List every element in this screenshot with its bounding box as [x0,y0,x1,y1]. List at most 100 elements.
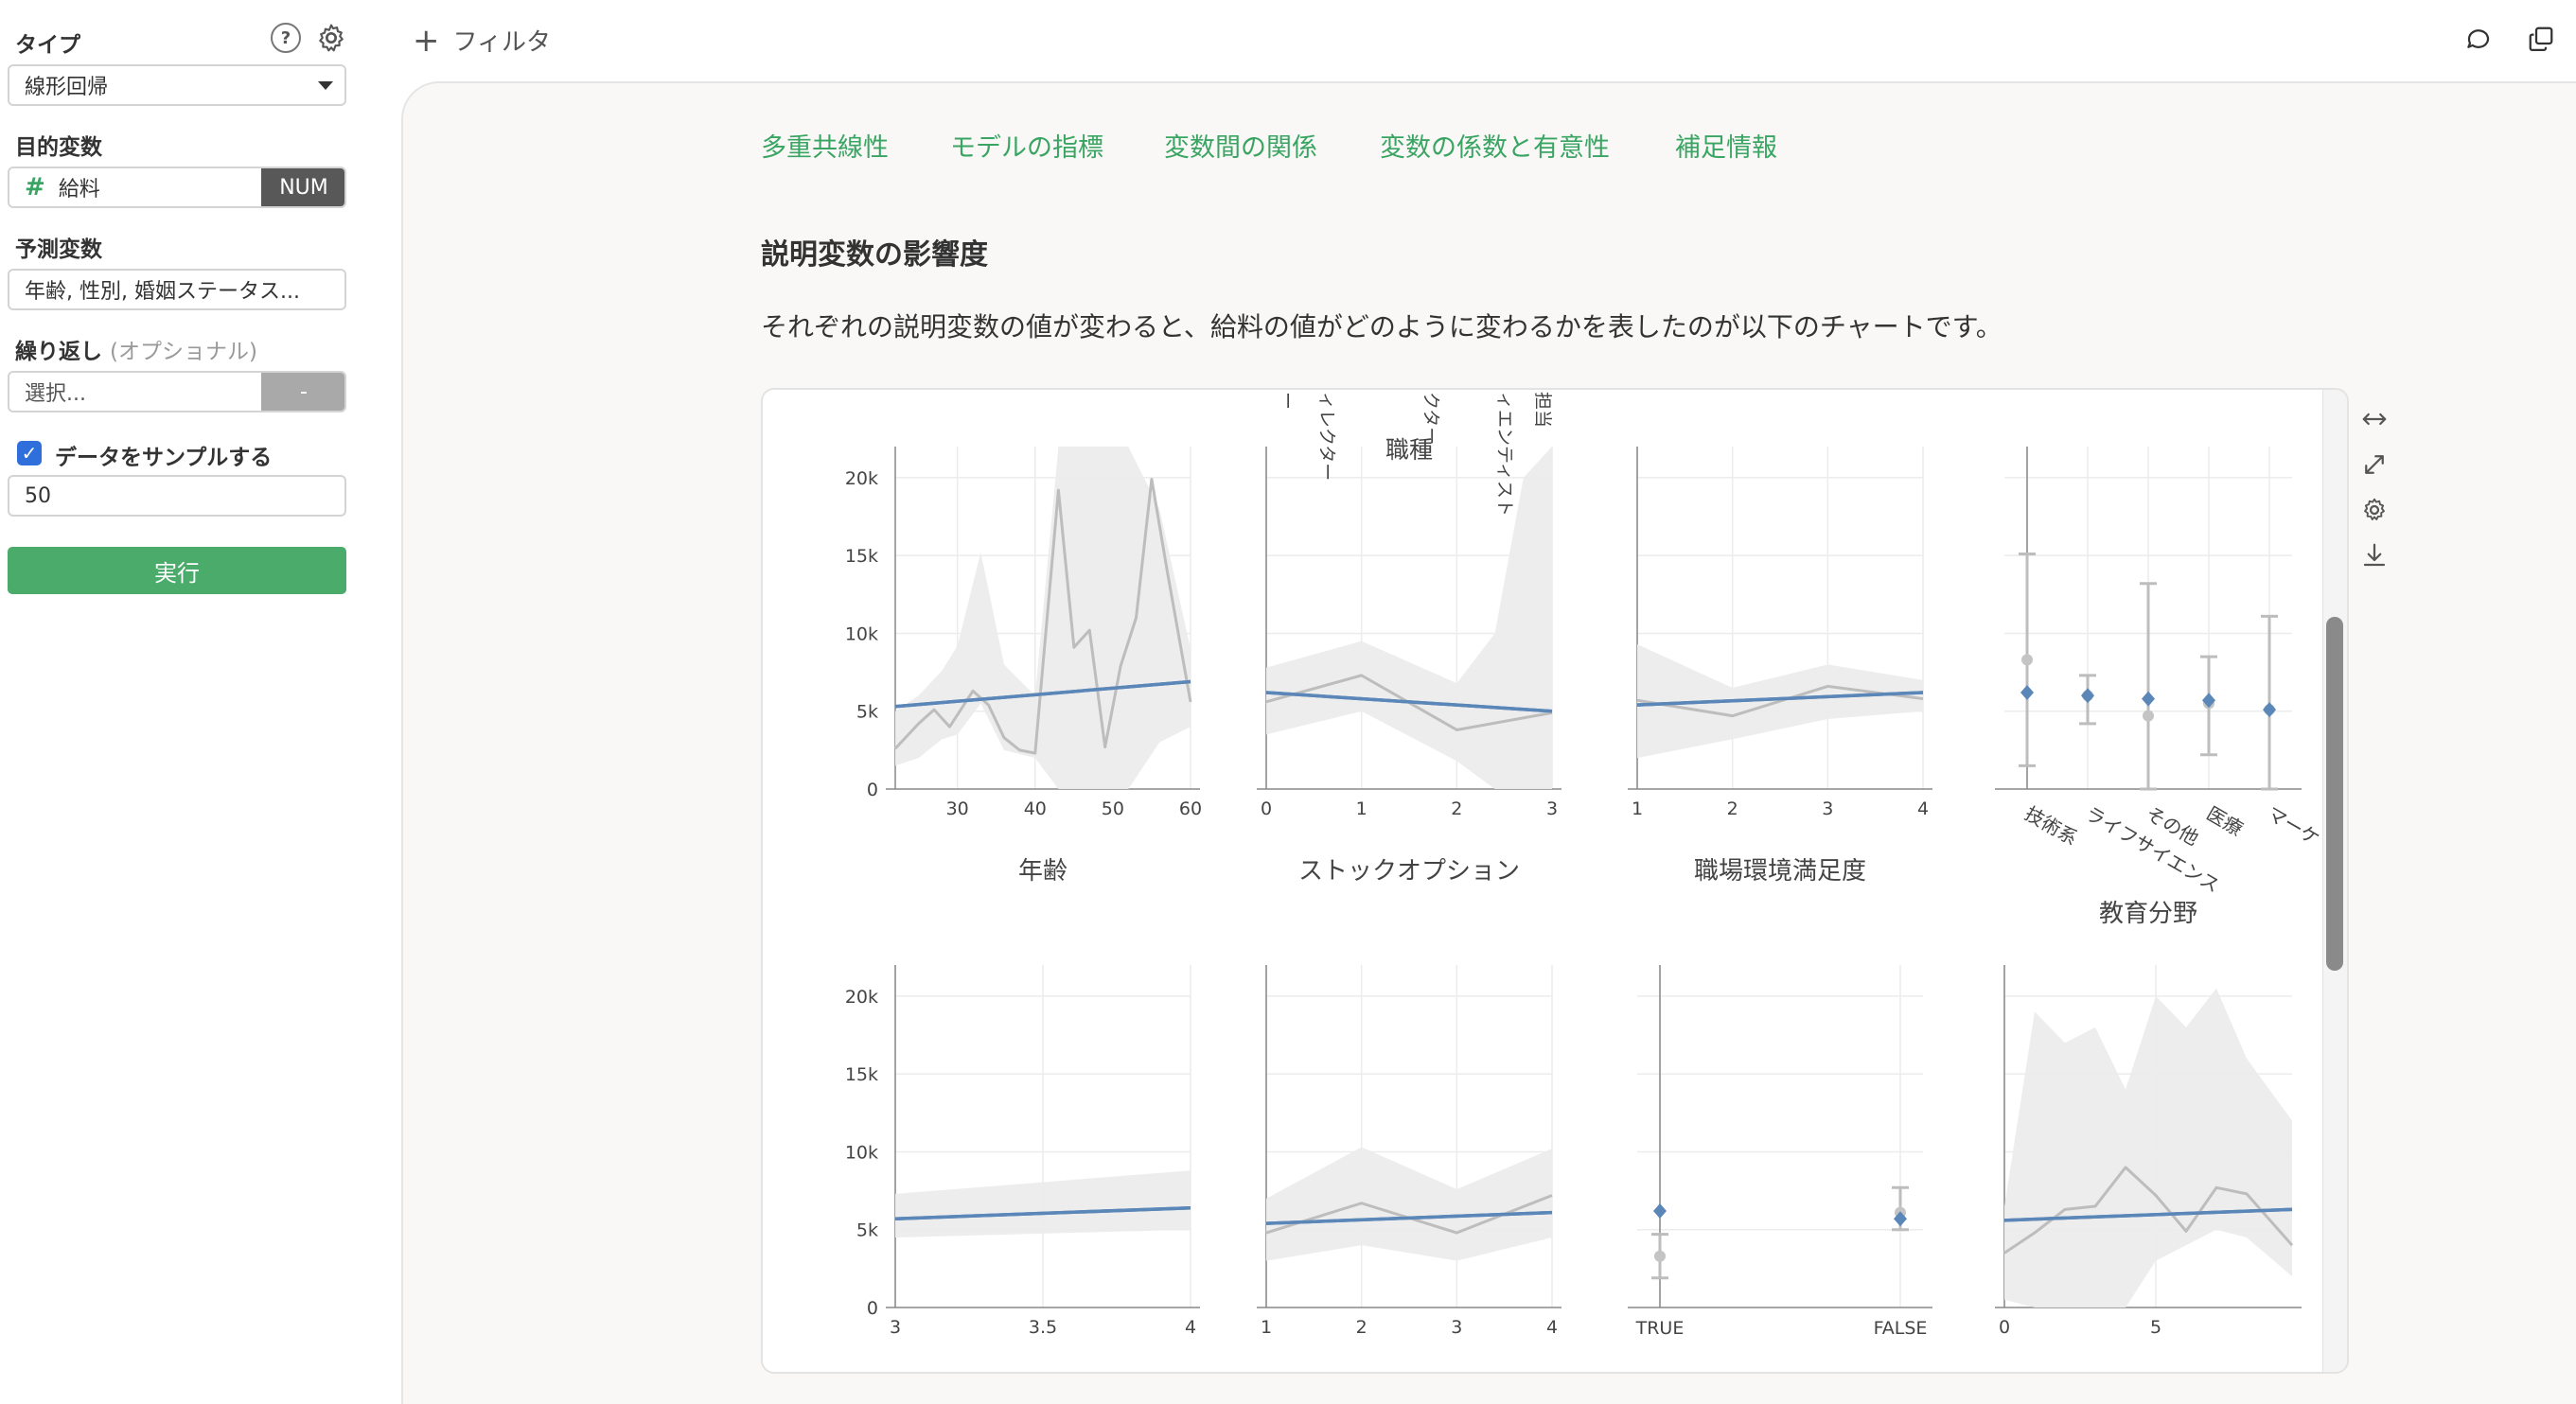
chart-scrollbar[interactable] [2322,390,2347,1372]
overflow-tick-label: ィエンティスト [1494,392,1515,517]
repeat-label: 繰り返し (オプショナル) [15,333,257,365]
sample-size-input[interactable]: 50 [8,475,346,517]
x-tick-label: 2 [1727,799,1738,819]
type-label: タイプ [15,33,80,58]
x-tick-label: 4 [1917,799,1929,819]
x-tick-label: 2 [1451,799,1462,819]
predictor-variables-label: 予測変数 [15,237,102,262]
overflow-tick-label: ー [1277,392,1297,410]
plus-icon: + [413,21,440,60]
chart-scrollbar-thumb[interactable] [2326,617,2343,971]
target-variable-field[interactable]: # 給料 NUM [8,167,346,208]
section-title: 説明変数の影響度 [761,238,988,272]
sample-checkbox[interactable]: ✓ [17,441,42,465]
model-point [2142,691,2155,707]
filter-label: フィルタ [452,28,551,57]
sample-size-value: 50 [25,483,51,508]
x-tick-label: 3 [1546,799,1558,819]
x-tick-label: 3 [1451,1317,1462,1338]
overflow-tick-label: クター [1420,392,1441,445]
model-point [2081,688,2094,704]
expand-width-icon[interactable] [2360,405,2389,433]
repeat-select[interactable]: 選択... - [8,371,346,412]
model-point [1653,1202,1667,1219]
target-variable-value: 給料 [58,178,100,202]
x-tick-label: 1 [1356,799,1367,819]
tab-variable-relations[interactable]: 変数間の関係 [1164,127,1317,164]
x-axis-label: 教育分野 [2099,900,2197,928]
fullscreen-icon[interactable] [2360,450,2389,479]
confidence-band [2004,988,2292,1307]
tab-coefficients[interactable]: 変数の係数と有意性 [1380,127,1610,164]
x-tick-label: 4 [1185,1317,1196,1338]
model-point [2263,702,2276,718]
overflow-tick-label: 担当 [1532,392,1553,428]
type-select-value: 線形回帰 [25,76,109,99]
settings-sidebar: タイプ ? 線形回帰 目的変数 # 給料 NUM 予測変数 年齢, 性別, 婚姻… [0,0,360,1404]
section-description: それぞれの説明変数の値が変わると、給料の値がどのように変わるかを表したのが以下の… [761,311,2003,342]
category-tick-label: マーケ [2264,802,2324,851]
gear-icon[interactable] [316,23,346,53]
x-tick-label: 4 [1546,1317,1558,1338]
predictor-variables-field[interactable]: 年齢, 性別, 婚姻ステータス... [8,269,346,310]
y-tick-label: 15k [845,546,878,567]
target-variable-label: 目的変数 [15,135,102,160]
add-filter-button[interactable]: + フィルタ [413,23,551,58]
x-tick-label: 3.5 [1029,1317,1057,1338]
sample-label: データをサンプルする [55,446,273,470]
x-tick-label: 60 [1179,799,1202,819]
y-tick-label: 0 [867,1298,878,1319]
x-tick-label: 2 [1356,1317,1367,1338]
x-tick-label: 0 [1999,1317,2010,1338]
category-tick-label: 技術系 [2021,802,2082,851]
x-tick-label: 3 [1822,799,1833,819]
copy-icon[interactable] [2527,25,2555,53]
x-axis-label: ストックオプション [1298,857,1520,886]
type-badge: NUM [261,168,344,206]
tab-multicollinearity[interactable]: 多重共線性 [761,127,889,164]
confidence-band [895,447,1191,789]
download-icon[interactable] [2360,541,2389,570]
run-button[interactable]: 実行 [8,547,346,594]
overflow-tick-label: ィレクター [1316,392,1337,481]
effect-chart-card: 0 5k 10k 15k 20k 30 40 50 60 年齢 0 1 2 3 ストックオプション 職種ーィレ… [761,388,2349,1374]
number-type-icon: # [25,173,45,202]
data-point [2021,654,2033,666]
y-tick-label: 0 [867,780,878,800]
repeat-optional-text: (オプショナル) [110,340,257,364]
y-tick-label: 10k [845,1142,878,1163]
tab-model-metrics[interactable]: モデルの指標 [950,127,1103,164]
y-tick-label: 5k [856,702,878,723]
x-tick-label: 30 [946,799,969,819]
x-tick-label: 40 [1024,799,1047,819]
x-tick-label: 3 [890,1317,901,1338]
x-tick-label: 1 [1632,799,1643,819]
x-axis-label: 年齢 [1018,857,1067,886]
x-axis-label: 職場環境満足度 [1694,857,1866,886]
data-point [2143,710,2154,722]
repeat-label-text: 繰り返し [15,340,102,364]
category-tick-label: FALSE [1874,1318,1928,1339]
chart-settings-icon[interactable] [2360,496,2389,524]
model-point [2020,684,2034,700]
help-icon[interactable]: ? [271,23,301,53]
x-tick-label: 0 [1261,799,1272,819]
x-tick-label: 1 [1261,1317,1272,1338]
y-tick-label: 20k [845,987,878,1008]
effect-charts: 05k10k15k20k30 40 50 60年齢0 1 2 3ストックオプション職種ー ィレ… [845,392,2324,1339]
category-tick-label: 医療 [2203,802,2248,841]
x-tick-label: 5 [2150,1317,2161,1338]
y-tick-label: 10k [845,623,878,644]
y-tick-label: 20k [845,468,878,489]
repeat-badge: - [261,373,344,411]
repeat-select-placeholder: 選択... [25,382,86,406]
type-select[interactable]: 線形回帰 [8,64,346,106]
tab-supplementary[interactable]: 補足情報 [1675,127,1777,164]
comment-icon[interactable] [2464,25,2493,53]
chevron-down-icon [318,81,333,90]
y-tick-label: 15k [845,1064,878,1085]
predictor-variables-value: 年齢, 性別, 婚姻ステータス... [25,280,300,304]
y-tick-label: 5k [856,1220,878,1241]
data-point [1654,1250,1666,1262]
category-tick-label: TRUE [1635,1318,1685,1339]
